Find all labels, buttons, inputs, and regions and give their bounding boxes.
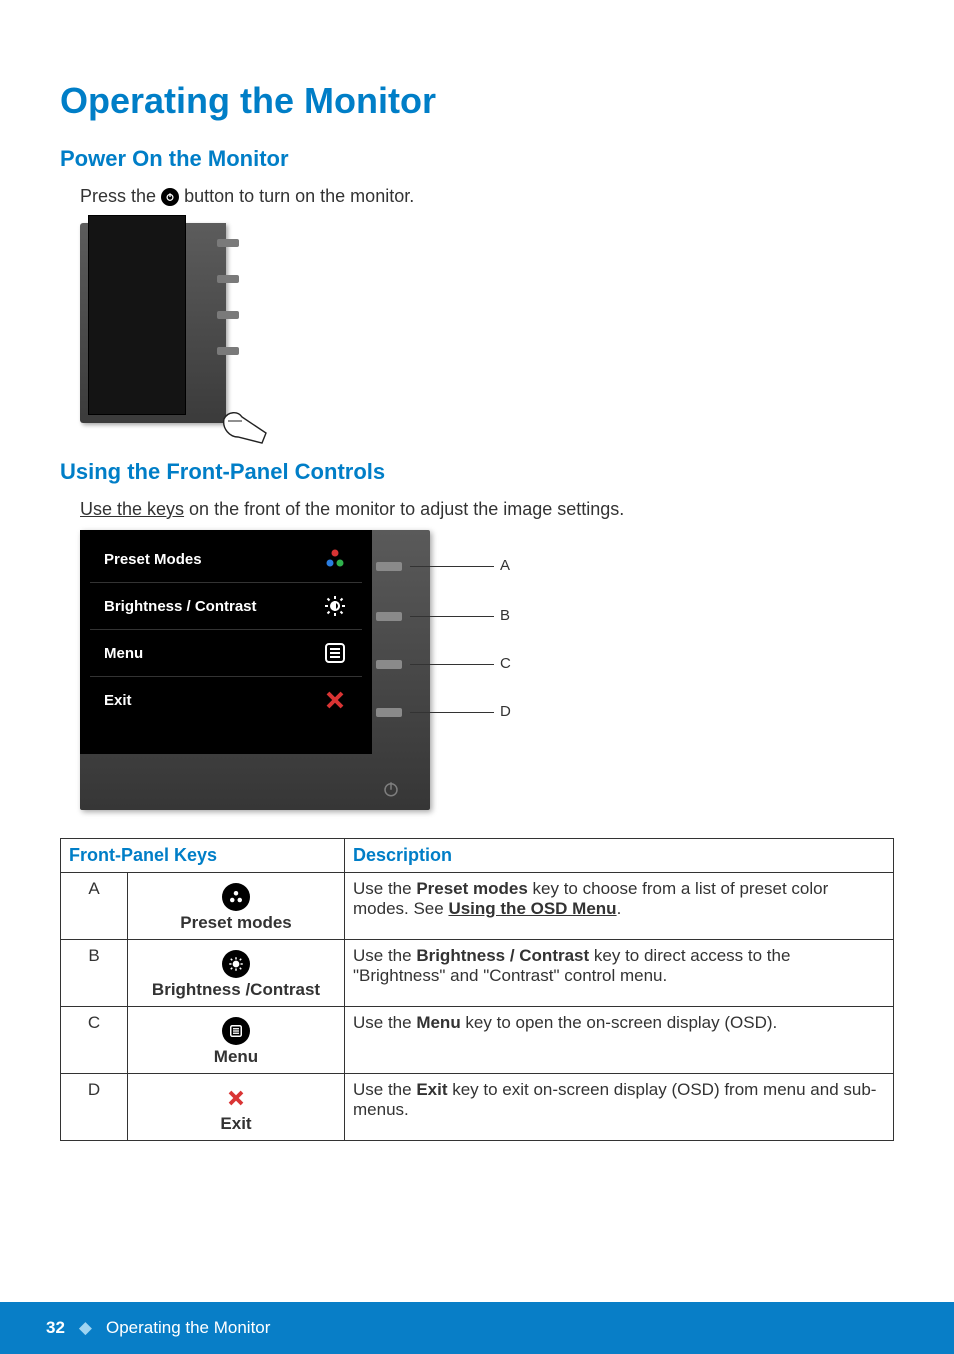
menu-icon bbox=[222, 1017, 250, 1045]
monitor-corner-illustration bbox=[80, 215, 240, 435]
leader-label-d: D bbox=[500, 703, 511, 720]
row-desc: Use the Preset modes key to choose from … bbox=[345, 873, 894, 940]
frontpanel-rest: on the front of the monitor to adjust th… bbox=[184, 499, 624, 519]
row-letter: A bbox=[61, 873, 128, 940]
menu-icon bbox=[322, 640, 348, 666]
footer-title: Operating the Monitor bbox=[106, 1318, 270, 1338]
brightness-icon bbox=[222, 950, 250, 978]
pointing-hand-icon bbox=[218, 403, 274, 449]
exit-x-icon bbox=[322, 687, 348, 713]
row-desc: Use the Brightness / Contrast key to dir… bbox=[345, 940, 894, 1007]
frontpanel-keys-table: Front-Panel Keys Description A Preset mo… bbox=[60, 838, 894, 1141]
osd-row-menu: Menu bbox=[90, 630, 362, 677]
leader-label-b: B bbox=[500, 607, 510, 624]
row-key-label: Menu bbox=[214, 1047, 258, 1066]
row-letter: D bbox=[61, 1074, 128, 1141]
power-icon bbox=[161, 188, 179, 206]
table-row: B Brightness /Contrast Use the Brightnes… bbox=[61, 940, 894, 1007]
row-key: Menu bbox=[128, 1007, 345, 1074]
page-number: 32 bbox=[46, 1318, 65, 1338]
row-desc: Use the Menu key to open the on-screen d… bbox=[345, 1007, 894, 1074]
osd-row-preset: Preset Modes bbox=[90, 536, 362, 583]
section-heading-power: Power On the Monitor bbox=[60, 146, 894, 172]
row-key-label: Brightness /Contrast bbox=[152, 980, 320, 999]
use-the-keys-link[interactable]: Use the keys bbox=[80, 499, 184, 519]
osd-label-exit: Exit bbox=[104, 692, 132, 709]
power-text-before: Press the bbox=[80, 186, 161, 206]
row-key: Preset modes bbox=[128, 873, 345, 940]
page-title: Operating the Monitor bbox=[60, 80, 894, 122]
table-row: C Menu Use the Menu key to open the on-s… bbox=[61, 1007, 894, 1074]
row-letter: B bbox=[61, 940, 128, 1007]
preset-modes-icon bbox=[322, 546, 348, 572]
table-row: A Preset modes Use the Preset modes key … bbox=[61, 873, 894, 940]
osd-illustration: Preset Modes Brightness / Contrast Menu … bbox=[80, 530, 510, 820]
leader-label-c: C bbox=[500, 655, 511, 672]
table-row: D Exit Use the Exit key to exit on-scree… bbox=[61, 1074, 894, 1141]
row-key-label: Preset modes bbox=[180, 913, 292, 932]
section-heading-frontpanel: Using the Front-Panel Controls bbox=[60, 459, 894, 485]
exit-x-icon bbox=[222, 1084, 250, 1112]
row-desc: Use the Exit key to exit on-screen displ… bbox=[345, 1074, 894, 1141]
leader-label-a: A bbox=[500, 557, 510, 574]
osd-row-exit: Exit bbox=[90, 677, 362, 723]
row-key-label: Exit bbox=[220, 1114, 251, 1133]
table-header-desc: Description bbox=[345, 839, 894, 873]
page-footer: 32 ◆ Operating the Monitor bbox=[0, 1302, 954, 1354]
osd-menu-link[interactable]: Using the OSD Menu bbox=[448, 899, 616, 918]
frontpanel-paragraph: Use the keys on the front of the monitor… bbox=[80, 499, 894, 520]
power-indicator-icon bbox=[380, 778, 402, 800]
preset-modes-icon bbox=[222, 883, 250, 911]
osd-row-bc: Brightness / Contrast bbox=[90, 583, 362, 630]
footer-separator-icon: ◆ bbox=[79, 1318, 92, 1338]
osd-label-preset: Preset Modes bbox=[104, 551, 202, 568]
row-key: Exit bbox=[128, 1074, 345, 1141]
row-letter: C bbox=[61, 1007, 128, 1074]
power-paragraph: Press the button to turn on the monitor. bbox=[80, 186, 894, 207]
brightness-icon bbox=[322, 593, 348, 619]
row-key: Brightness /Contrast bbox=[128, 940, 345, 1007]
power-text-after: button to turn on the monitor. bbox=[184, 186, 414, 206]
osd-label-menu: Menu bbox=[104, 645, 143, 662]
osd-label-bc: Brightness / Contrast bbox=[104, 598, 257, 615]
table-header-keys: Front-Panel Keys bbox=[61, 839, 345, 873]
